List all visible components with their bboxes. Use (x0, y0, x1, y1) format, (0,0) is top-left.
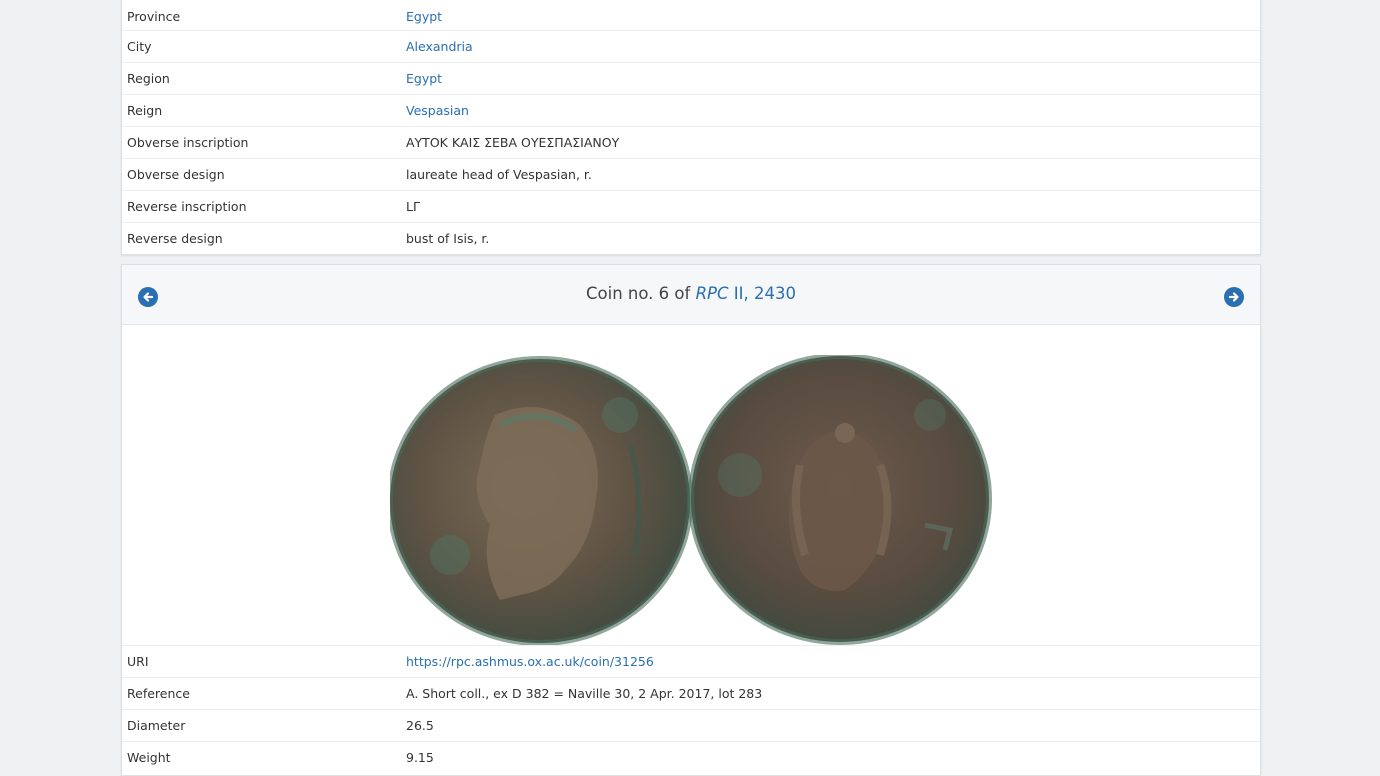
detail-label: Weight (127, 750, 171, 765)
attr-label: Province (127, 9, 181, 24)
attr-row-obverse-inscription: Obverse inscription ΑΥΤΟΚ ΚΑΙΣ ΣΕΒΑ ΟΥΕΣ… (122, 127, 1260, 159)
coin-image-area (122, 325, 1260, 646)
attr-row-obverse-design: Obverse design laureate head of Vespasia… (122, 159, 1260, 191)
coin-header: Coin no. 6 of RPC II, 2430 (122, 265, 1260, 325)
coin-obverse (390, 356, 693, 645)
arrow-right-circle-icon (1228, 292, 1239, 302)
next-coin-button[interactable] (1224, 287, 1244, 307)
attr-row-province: Province Egypt (122, 0, 1260, 31)
reference-value: A. Short coll., ex D 382 = Naville 30, 2… (406, 686, 763, 701)
attr-label: City (127, 39, 152, 54)
detail-label: Reference (127, 686, 190, 701)
detail-label: Diameter (127, 718, 186, 733)
rpc-type-link[interactable]: RPC II, 2430 (696, 284, 796, 303)
attr-label: Reverse design (127, 231, 223, 246)
obverse-design-value: laureate head of Vespasian, r. (406, 167, 592, 182)
coin-uri-link[interactable]: https://rpc.ashmus.ox.ac.uk/coin/31256 (406, 654, 654, 669)
detail-row-uri: URI https://rpc.ashmus.ox.ac.uk/coin/312… (122, 646, 1260, 678)
obverse-inscription-value: ΑΥΤΟΚ ΚΑΙΣ ΣΕΒΑ ΟΥΕΣΠΑΣΙΑΝΟΥ (406, 135, 620, 150)
attr-label: Reverse inscription (127, 199, 247, 214)
detail-label: URI (127, 654, 149, 669)
attr-label: Obverse design (127, 167, 225, 182)
city-link[interactable]: Alexandria (406, 39, 473, 54)
attr-row-reverse-inscription: Reverse inscription LΓ (122, 191, 1260, 223)
detail-row-reference: Reference A. Short coll., ex D 382 = Nav… (122, 678, 1260, 710)
rpc-series-label: RPC (695, 284, 729, 303)
weight-value: 9.15 (406, 750, 434, 765)
attr-row-region: Region Egypt (122, 63, 1260, 95)
region-link[interactable]: Egypt (406, 71, 442, 86)
attr-row-city: City Alexandria (122, 31, 1260, 63)
coin-specimen-panel: Coin no. 6 of RPC II, 2430 URI https://r… (121, 264, 1261, 776)
coin-obverse-reverse-image[interactable] (390, 355, 992, 645)
reverse-inscription-value: LΓ (406, 199, 420, 214)
reign-link[interactable]: Vespasian (406, 103, 469, 118)
coin-type-attributes-panel: Province Egypt City Alexandria Region Eg… (121, 0, 1261, 255)
province-link[interactable]: Egypt (406, 9, 442, 24)
reverse-design-value: bust of Isis, r. (406, 231, 490, 246)
diameter-value: 26.5 (406, 718, 434, 733)
coin-title-prefix: Coin no. 6 of (586, 284, 696, 303)
coin-reverse (688, 355, 992, 645)
rpc-type-number: II, 2430 (728, 284, 796, 303)
attr-label: Obverse inscription (127, 135, 249, 150)
attr-row-reign: Reign Vespasian (122, 95, 1260, 127)
attr-row-reverse-design: Reverse design bust of Isis, r. (122, 223, 1260, 254)
attr-label: Reign (127, 103, 163, 118)
detail-row-diameter: Diameter 26.5 (122, 710, 1260, 742)
detail-row-weight: Weight 9.15 (122, 742, 1260, 773)
attr-label: Region (127, 71, 170, 86)
coin-title: Coin no. 6 of RPC II, 2430 (122, 284, 1260, 303)
